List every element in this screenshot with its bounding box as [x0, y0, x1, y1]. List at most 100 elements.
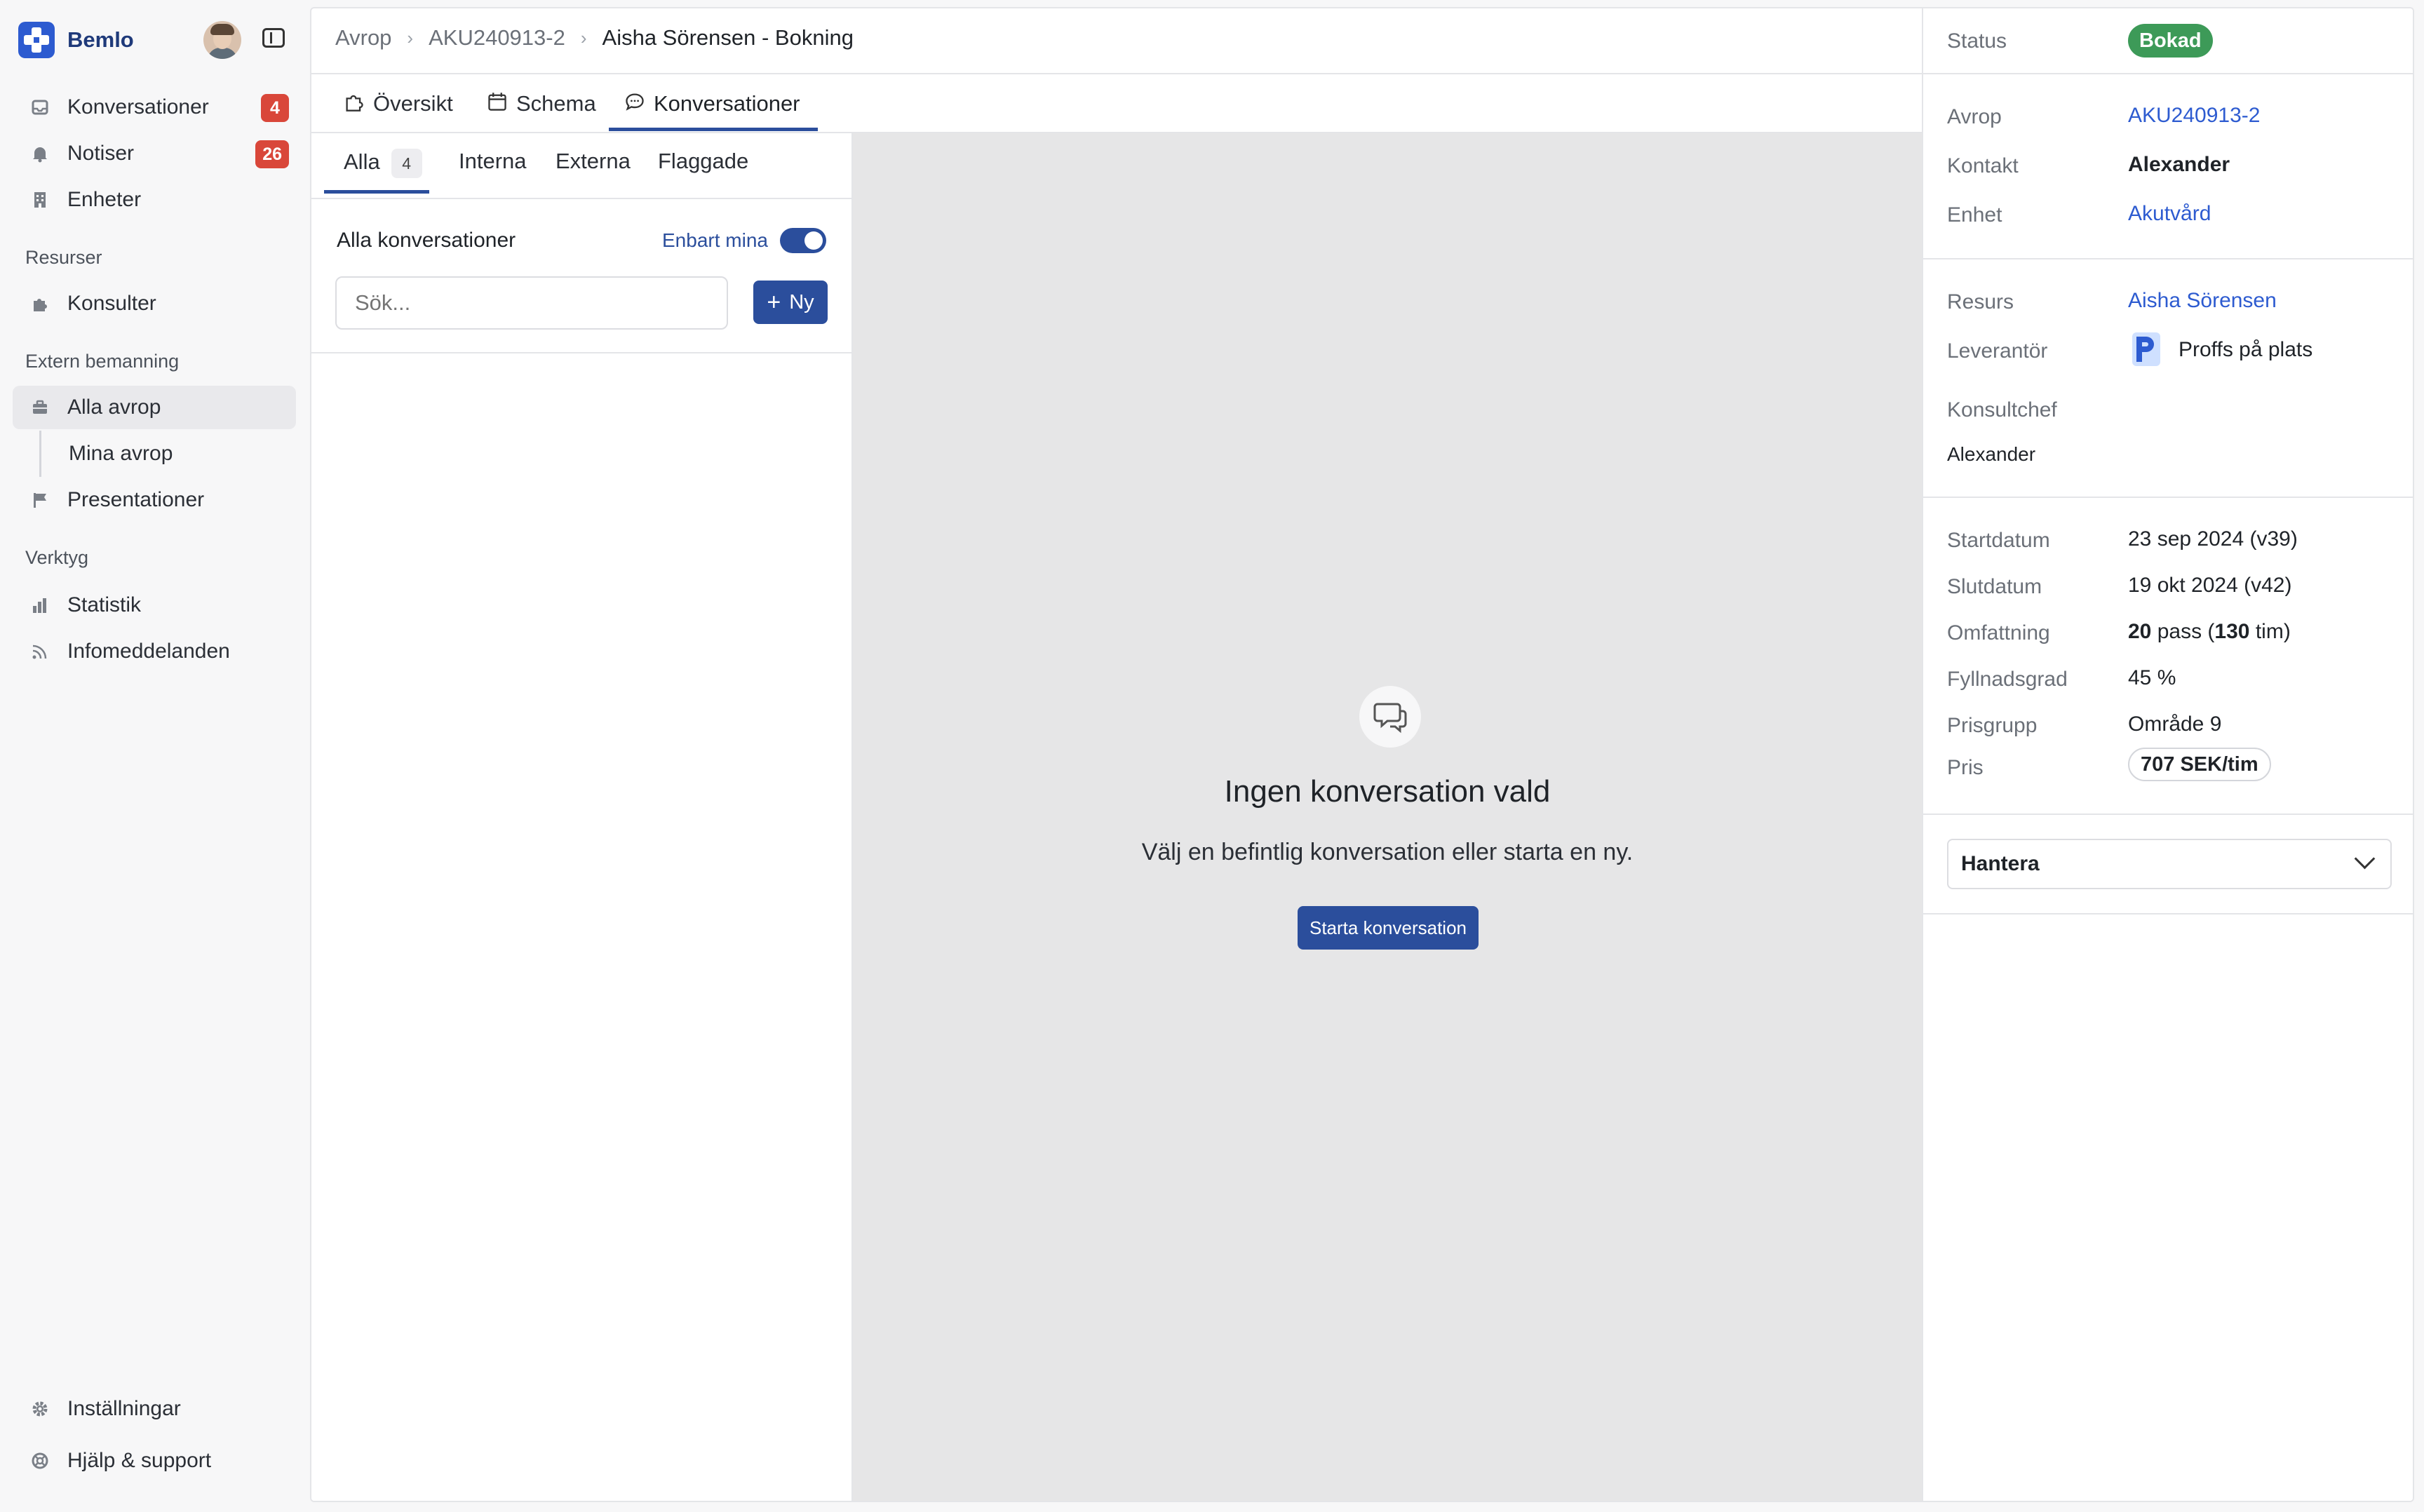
fyllnadsgrad-value: 45 %	[2128, 666, 2176, 689]
prisgrupp-label: Prisgrupp	[1947, 714, 2038, 737]
resurs-link[interactable]: Aisha Sörensen	[2128, 289, 2277, 313]
puzzle-icon	[29, 293, 50, 314]
avrop-label: Avrop	[1947, 105, 2002, 128]
sidebar-item-presentationer[interactable]: Presentationer	[13, 478, 296, 522]
divider	[311, 352, 851, 353]
new-conversation-button[interactable]: + Ny	[753, 281, 828, 324]
enhet-link[interactable]: Akutvård	[2128, 202, 2211, 226]
start-conversation-button[interactable]: Starta konversation	[1298, 906, 1479, 950]
tab-label: Konversationer	[654, 91, 800, 116]
tab-konversationer[interactable]: Konversationer	[624, 74, 800, 133]
avrop-link[interactable]: AKU240913-2	[2128, 104, 2260, 128]
bell-icon	[29, 143, 50, 164]
section-label-verktyg: Verktyg	[25, 547, 89, 568]
inbox-icon	[29, 97, 50, 118]
lifebuoy-icon	[29, 1450, 50, 1471]
sidebar-item-alla-avrop[interactable]: Alla avrop	[13, 386, 296, 429]
sidebar-item-label: Presentationer	[67, 488, 205, 511]
leverantor-value: Proffs på plats	[2179, 338, 2313, 361]
startdatum-value: 23 sep 2024 (v39)	[2128, 527, 2298, 551]
status-label: Status	[1947, 29, 2007, 53]
notification-badge: 26	[255, 140, 289, 168]
bemlo-logo-icon	[18, 22, 55, 58]
leverantor-label: Leverantör	[1947, 339, 2048, 363]
sidebar-item-label: Konsulter	[67, 292, 156, 315]
sidebar-item-label: Konversationer	[67, 95, 209, 119]
sidebar-item-konversationer[interactable]: Konversationer 4	[13, 86, 296, 129]
active-filter-indicator	[324, 190, 429, 194]
rss-icon	[29, 641, 50, 662]
filter-tab-label: Alla	[344, 149, 380, 175]
sidebar-item-statistik[interactable]: Statistik	[13, 583, 296, 627]
provider-logo-icon	[2128, 331, 2164, 367]
count-badge: 4	[391, 149, 422, 178]
bar-chart-icon	[29, 595, 50, 616]
breadcrumb: Avrop › AKU240913-2 › Aisha Sörensen - B…	[335, 25, 854, 50]
divider	[1923, 497, 2413, 498]
konsultchef-label: Konsultchef	[1947, 398, 2057, 421]
omfattning-label: Omfattning	[1947, 621, 2050, 644]
sidebar-item-notiser[interactable]: Notiser 26	[13, 132, 296, 175]
search-input[interactable]	[335, 276, 728, 330]
pass-unit: pass	[2157, 620, 2202, 643]
hours-count: 130	[2214, 620, 2250, 643]
sidebar-item-enheter[interactable]: Enheter	[13, 178, 296, 222]
conversation-empty-state: Ingen konversation vald Välj en befintli…	[853, 133, 1922, 1501]
sub-nav-line	[39, 431, 41, 477]
sidebar-item-infomeddelanden[interactable]: Infomeddelanden	[13, 630, 296, 673]
avatar[interactable]	[203, 21, 241, 59]
pass-count: 20	[2128, 620, 2152, 643]
conversation-list-panel: Alla 4 Interna Externa Flaggade Alla konv…	[311, 133, 853, 1501]
kontakt-label: Kontakt	[1947, 154, 2019, 177]
sidebar-item-konsulter[interactable]: Konsulter	[13, 282, 296, 325]
details-panel: Status Bokad Avrop AKU240913-2 Kontakt A…	[1922, 8, 2413, 1501]
breadcrumb-current: Aisha Sörensen - Bokning	[602, 25, 854, 50]
tab-oversikt[interactable]: Översikt	[344, 74, 453, 133]
resurs-label: Resurs	[1947, 290, 2014, 313]
plus-icon: +	[767, 289, 781, 316]
sidebar-item-label: Notiser	[67, 142, 135, 165]
manage-label: Hantera	[1961, 852, 2040, 875]
tab-label: Översikt	[373, 91, 453, 116]
section-label-extern-bemanning: Extern bemanning	[25, 351, 180, 372]
briefcase-icon	[29, 397, 50, 418]
active-tab-indicator	[609, 128, 818, 131]
chevron-right-icon: ›	[407, 27, 414, 48]
status-badge: Bokad	[2128, 24, 2213, 58]
konsultchef-value: Alexander	[1947, 443, 2036, 465]
divider	[1923, 814, 2413, 815]
filter-tab-interna[interactable]: Interna	[459, 149, 527, 174]
filter-tab-flaggade[interactable]: Flaggade	[658, 149, 748, 174]
section-label-resurser: Resurser	[25, 247, 102, 268]
sidebar-item-installningar[interactable]: Inställningar	[13, 1387, 296, 1431]
price-badge: 707 SEK/tim	[2128, 748, 2271, 781]
sidebar-item-label: Infomeddelanden	[67, 640, 230, 663]
puzzle-icon	[344, 91, 365, 117]
tab-bar: Översikt Schema Konversationer	[311, 74, 1922, 133]
calendar-icon	[487, 91, 508, 117]
empty-state-text: Välj en befintlig konversation eller sta…	[1141, 839, 1634, 865]
brand[interactable]: Bemlo	[18, 21, 134, 59]
slutdatum-value: 19 okt 2024 (v42)	[2128, 574, 2292, 597]
fyllnadsgrad-label: Fyllnadsgrad	[1947, 668, 2068, 691]
only-mine-toggle[interactable]	[780, 228, 826, 253]
empty-state-title: Ingen konversation vald	[1224, 774, 1551, 809]
building-icon	[29, 189, 50, 210]
chat-bubble-icon	[624, 91, 645, 117]
divider	[1923, 73, 2413, 74]
sidebar-item-hjalp-support[interactable]: Hjälp & support	[13, 1439, 296, 1483]
sidebar-item-mina-avrop[interactable]: Mina avrop	[69, 442, 173, 466]
manage-dropdown[interactable]: Hantera	[1947, 839, 2392, 889]
tab-label: Schema	[516, 91, 596, 116]
breadcrumb-order-id[interactable]: AKU240913-2	[429, 25, 565, 50]
tab-schema[interactable]: Schema	[487, 74, 596, 133]
chat-bubbles-icon	[1359, 686, 1421, 748]
new-button-label: Ny	[789, 290, 814, 313]
breadcrumb-avrop[interactable]: Avrop	[335, 25, 391, 50]
sidebar-toggle-icon[interactable]	[262, 28, 285, 48]
enhet-label: Enhet	[1947, 203, 2002, 227]
filter-tab-externa[interactable]: Externa	[556, 149, 631, 174]
filter-tab-alla[interactable]: Alla 4	[344, 149, 422, 178]
only-mine-label[interactable]: Enbart mina	[662, 229, 768, 252]
startdatum-label: Startdatum	[1947, 529, 2050, 552]
